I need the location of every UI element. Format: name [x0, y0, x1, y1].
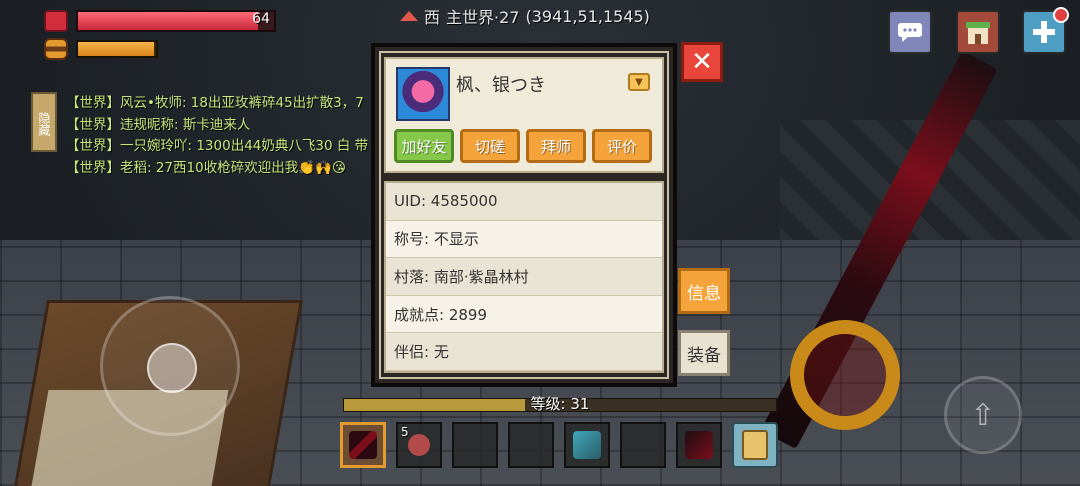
chat-line: 【世界】老稻: 27西10收枪碎欢迎出我👏🙌😘	[66, 159, 346, 176]
axe-item-icon	[573, 431, 601, 459]
hotbar-slot[interactable]: 5	[396, 422, 442, 468]
hunger-bar	[76, 40, 158, 58]
hunger-fill	[78, 42, 155, 56]
chat-line: 【世界】违规昵称: 斯卡迪来人	[66, 116, 251, 133]
chat-button[interactable]	[888, 10, 932, 54]
level-label: 等级: 31	[530, 395, 590, 413]
chat-log: 【世界】风云•牧师: 18出亚玫裤碎45出扩散3，7 【世界】违规昵称: 斯卡迪…	[66, 93, 368, 179]
backpack-button[interactable]	[732, 422, 778, 468]
sword-hilt	[790, 320, 900, 430]
hotbar-slot[interactable]	[564, 422, 610, 468]
joystick-knob[interactable]	[147, 343, 197, 393]
movement-joystick[interactable]	[100, 296, 240, 436]
sword-item-icon	[349, 431, 377, 459]
apprentice-button[interactable]: 拜师	[526, 129, 586, 163]
burger-icon	[44, 38, 68, 60]
health-fill	[78, 12, 259, 30]
hotbar-slot[interactable]	[676, 422, 722, 468]
partner-row: 伴侣: 无	[386, 333, 662, 371]
hotbar-slot[interactable]	[620, 422, 666, 468]
meat-item-icon	[408, 434, 430, 456]
hide-chat-button[interactable]: 隐藏	[31, 92, 57, 152]
village-row: 村落: 南部·紫晶林村	[386, 258, 662, 296]
hotbar-slot[interactable]	[508, 422, 554, 468]
chat-line: 【世界】风云•牧师: 18出亚玫裤碎45出扩散3，7	[66, 95, 364, 111]
weapon-item-icon	[685, 431, 713, 459]
uid-row: UID: 4585000	[386, 183, 662, 221]
player-name: 枫、银つき	[456, 75, 546, 96]
plus-icon	[1033, 21, 1055, 43]
profile-info-list: UID: 4585000 称号: 不显示 村落: 南部·紫晶林村 成就点: 28…	[384, 181, 664, 373]
heart-icon	[44, 10, 68, 32]
health-bar-row: 64	[44, 10, 276, 32]
chevron-down-icon: ▼	[635, 76, 643, 88]
shop-button[interactable]	[956, 10, 1000, 54]
chat-bubble-icon	[898, 23, 922, 42]
player-avatar[interactable]	[396, 67, 450, 121]
health-value: 64	[252, 11, 270, 27]
add-button[interactable]	[1022, 7, 1069, 54]
compass-icon	[400, 11, 418, 21]
hotbar-slot[interactable]	[340, 422, 386, 468]
expand-button[interactable]: ▼	[628, 73, 650, 91]
backpack-icon	[742, 430, 768, 460]
hotbar: 5	[340, 422, 778, 468]
health-bar: 64	[76, 10, 276, 32]
profile-header-card: 枫、银つき ▼ 加好友 切磋 拜师 评价	[384, 57, 664, 173]
location-direction: 西	[424, 8, 441, 27]
shop-icon	[966, 22, 990, 44]
location-indicator: 西 主世界·27 (3941,51,1545)	[400, 4, 650, 28]
notification-dot	[1053, 7, 1069, 23]
profile-actions: 加好友 切磋 拜师 评价	[394, 129, 652, 163]
hotbar-slot[interactable]	[452, 422, 498, 468]
arrow-up-icon: ⇧	[970, 397, 996, 433]
item-count: 5	[401, 425, 409, 439]
tab-equipment[interactable]: 装备	[678, 330, 730, 376]
location-world: 主世界·27	[446, 8, 520, 27]
achievement-row: 成就点: 2899	[386, 295, 662, 334]
title-row: 称号: 不显示	[386, 220, 662, 259]
location-coords: (3941,51,1545)	[525, 6, 650, 26]
tab-info[interactable]: 信息	[678, 268, 730, 314]
rate-button[interactable]: 评价	[592, 129, 652, 163]
hunger-bar-row	[44, 38, 158, 60]
chat-line: 【世界】一只婉玲吖: 1300出44奶典八飞30 白 带	[66, 138, 369, 154]
duel-button[interactable]: 切磋	[460, 129, 520, 163]
add-friend-button[interactable]: 加好友	[394, 129, 454, 163]
close-icon: ✕	[691, 47, 713, 77]
experience-bar: 等级: 31	[343, 395, 777, 413]
close-dialog-button[interactable]: ✕	[681, 42, 723, 82]
jump-button[interactable]: ⇧	[944, 376, 1022, 454]
